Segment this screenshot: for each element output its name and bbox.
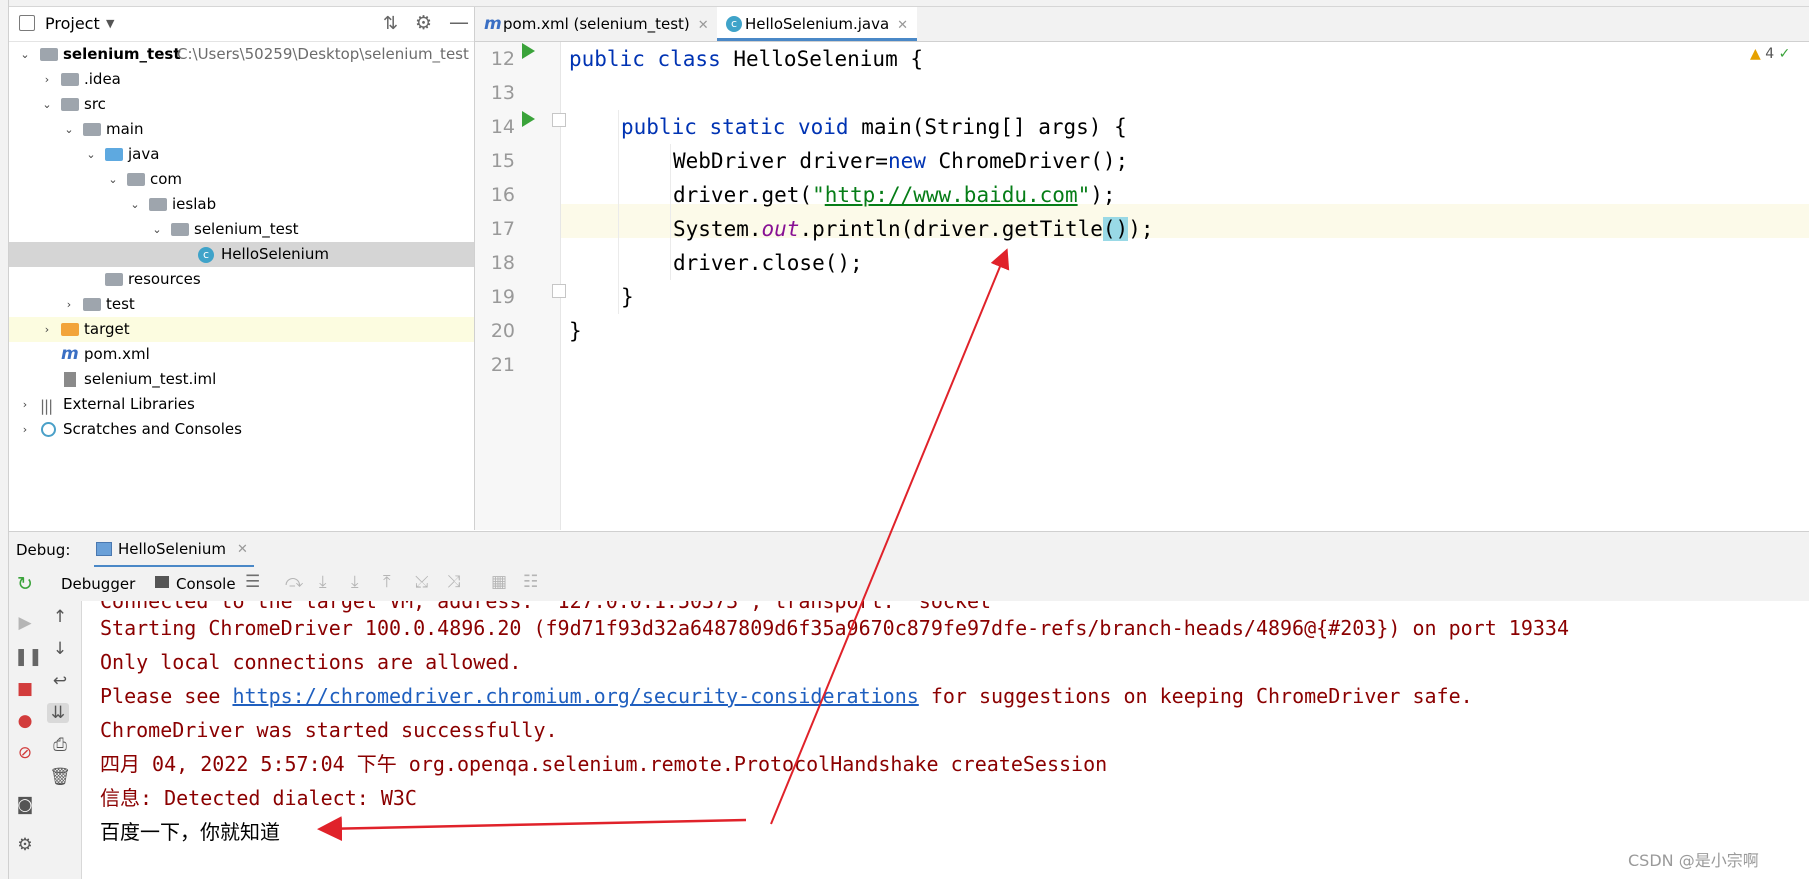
annotation-arrow-to-output	[317, 816, 747, 842]
watermark: CSDN @是小宗啊	[1628, 851, 1759, 870]
annotation-arrow-to-code	[770, 248, 1010, 825]
annotation-overlay	[317, 248, 1010, 842]
